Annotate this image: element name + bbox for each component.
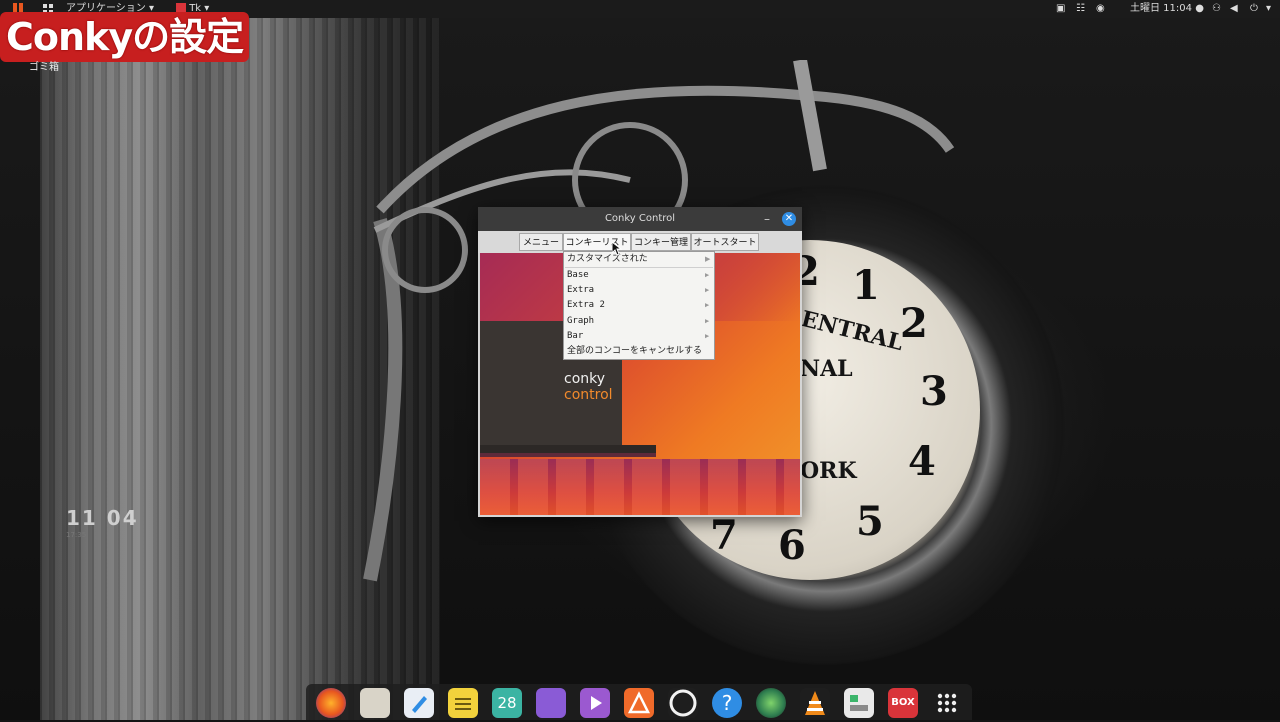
firefox-icon[interactable] (316, 688, 346, 718)
window-manager-icon[interactable] (536, 688, 566, 718)
software-center-icon[interactable] (624, 688, 654, 718)
clock-number: 5 (856, 498, 884, 545)
submenu-arrow-icon: ▶ (705, 317, 710, 325)
dock: 28 ? BOX (306, 684, 972, 720)
menu-button-menu[interactable]: メニュー (519, 233, 563, 251)
dropdown-item-extra-2[interactable]: Extra 2 ▶ (566, 298, 713, 313)
dropdown-item-customized[interactable]: カスタマイズされた ▶ (566, 252, 713, 267)
overlay-title: Conkyの設定 (0, 12, 250, 62)
notes-icon[interactable] (448, 688, 478, 718)
clock-number: 2 (900, 300, 928, 347)
clock-number: 3 (920, 368, 948, 415)
notification-dot-icon: ● (1195, 3, 1204, 14)
conky-info-line: 17:35 (66, 531, 87, 539)
close-button[interactable]: ✕ (782, 212, 796, 226)
menu-button-conky-manager[interactable]: コンキー管理 (631, 233, 691, 251)
chevron-down-icon[interactable]: ▾ (1266, 0, 1271, 18)
menubar: メニュー コンキーリスト コンキー管理 オートスタート (478, 231, 802, 253)
submenu-arrow-icon: ▶ (705, 286, 710, 294)
clock-word: ORK (800, 458, 857, 484)
calendar-icon[interactable]: 28 (492, 688, 522, 718)
terminal-icon[interactable]: ▣ (1056, 0, 1065, 18)
app-grid-icon[interactable] (932, 688, 962, 718)
clock-indicator[interactable]: 土曜日 11:04 ● (1130, 0, 1204, 18)
menu-button-autostart[interactable]: オートスタート (691, 233, 759, 251)
recorder-icon[interactable]: ◉ (1096, 0, 1105, 18)
minimize-button[interactable]: – (760, 211, 774, 227)
dropdown-item-bar[interactable]: Bar ▶ (566, 329, 713, 344)
media-player-icon[interactable] (580, 688, 610, 718)
trash-label: ゴミ箱 (29, 62, 59, 73)
help-icon[interactable]: ? (712, 688, 742, 718)
window-title: Conky Control (604, 213, 676, 224)
submenu-arrow-icon: ▶ (705, 301, 710, 309)
tk-app-icon (176, 3, 186, 12)
clock-number: 6 (778, 522, 806, 569)
banner-shelf (480, 445, 656, 453)
files-icon[interactable] (360, 688, 390, 718)
dropdown-item-graph[interactable]: Graph ▶ (566, 314, 713, 329)
banner-floor (480, 459, 800, 515)
conky-time: 11 04 (66, 506, 139, 530)
text-editor-icon[interactable] (404, 688, 434, 718)
dropdown-item-label: Extra 2 (567, 300, 605, 310)
mixer-icon[interactable]: ☷ (1076, 0, 1085, 18)
panel-clock: 土曜日 11:04 (1130, 3, 1192, 14)
window-titlebar[interactable]: Conky Control – ✕ (478, 207, 802, 231)
trash-desktop-icon[interactable]: ゴミ箱 (24, 58, 64, 73)
dropdown-item-label: 全部のコンコーをキャンセルする (567, 346, 703, 356)
mouse-cursor-icon (612, 242, 622, 256)
dropdown-item-label: カスタマイズされた (567, 254, 648, 264)
clock-word: NAL (800, 356, 853, 382)
power-icon[interactable]: ⏻ (1250, 0, 1258, 18)
submenu-arrow-icon: ▶ (705, 332, 710, 340)
dropdown-item-extra[interactable]: Extra ▶ (566, 283, 713, 298)
clock-number: 1 (852, 262, 880, 309)
box-icon[interactable]: BOX (888, 688, 918, 718)
dropdown-item-cancel-all[interactable]: 全部のコンコーをキャンセルする (566, 344, 713, 359)
submenu-arrow-icon: ▶ (705, 271, 710, 279)
submenu-arrow-icon: ▶ (705, 255, 711, 263)
system-monitor-icon[interactable] (844, 688, 874, 718)
dropdown-item-label: Graph (567, 316, 595, 326)
volume-icon[interactable]: ◀ (1230, 0, 1238, 18)
circle-app-icon[interactable] (668, 688, 698, 718)
dropdown-item-label: Bar (567, 331, 584, 341)
clock-number: 4 (908, 438, 936, 485)
dropdown-item-label: Extra (567, 285, 595, 295)
globe-icon[interactable] (756, 688, 786, 718)
network-icon[interactable]: ⚇ (1212, 0, 1221, 18)
conky-list-dropdown: カスタマイズされた ▶ Base ▶ Extra ▶ Extra 2 ▶ Gra… (563, 251, 715, 360)
dropdown-item-label: Base (567, 270, 589, 280)
banner-text-control: control (564, 387, 613, 403)
banner-text-conky: conky (564, 371, 606, 387)
conky-widget: 11 04 17:35 (66, 506, 139, 540)
dropdown-item-base[interactable]: Base ▶ (566, 268, 713, 283)
vlc-icon[interactable] (800, 688, 830, 718)
clock-number: 7 (710, 512, 738, 559)
banner-shelf-shadow (480, 453, 656, 457)
